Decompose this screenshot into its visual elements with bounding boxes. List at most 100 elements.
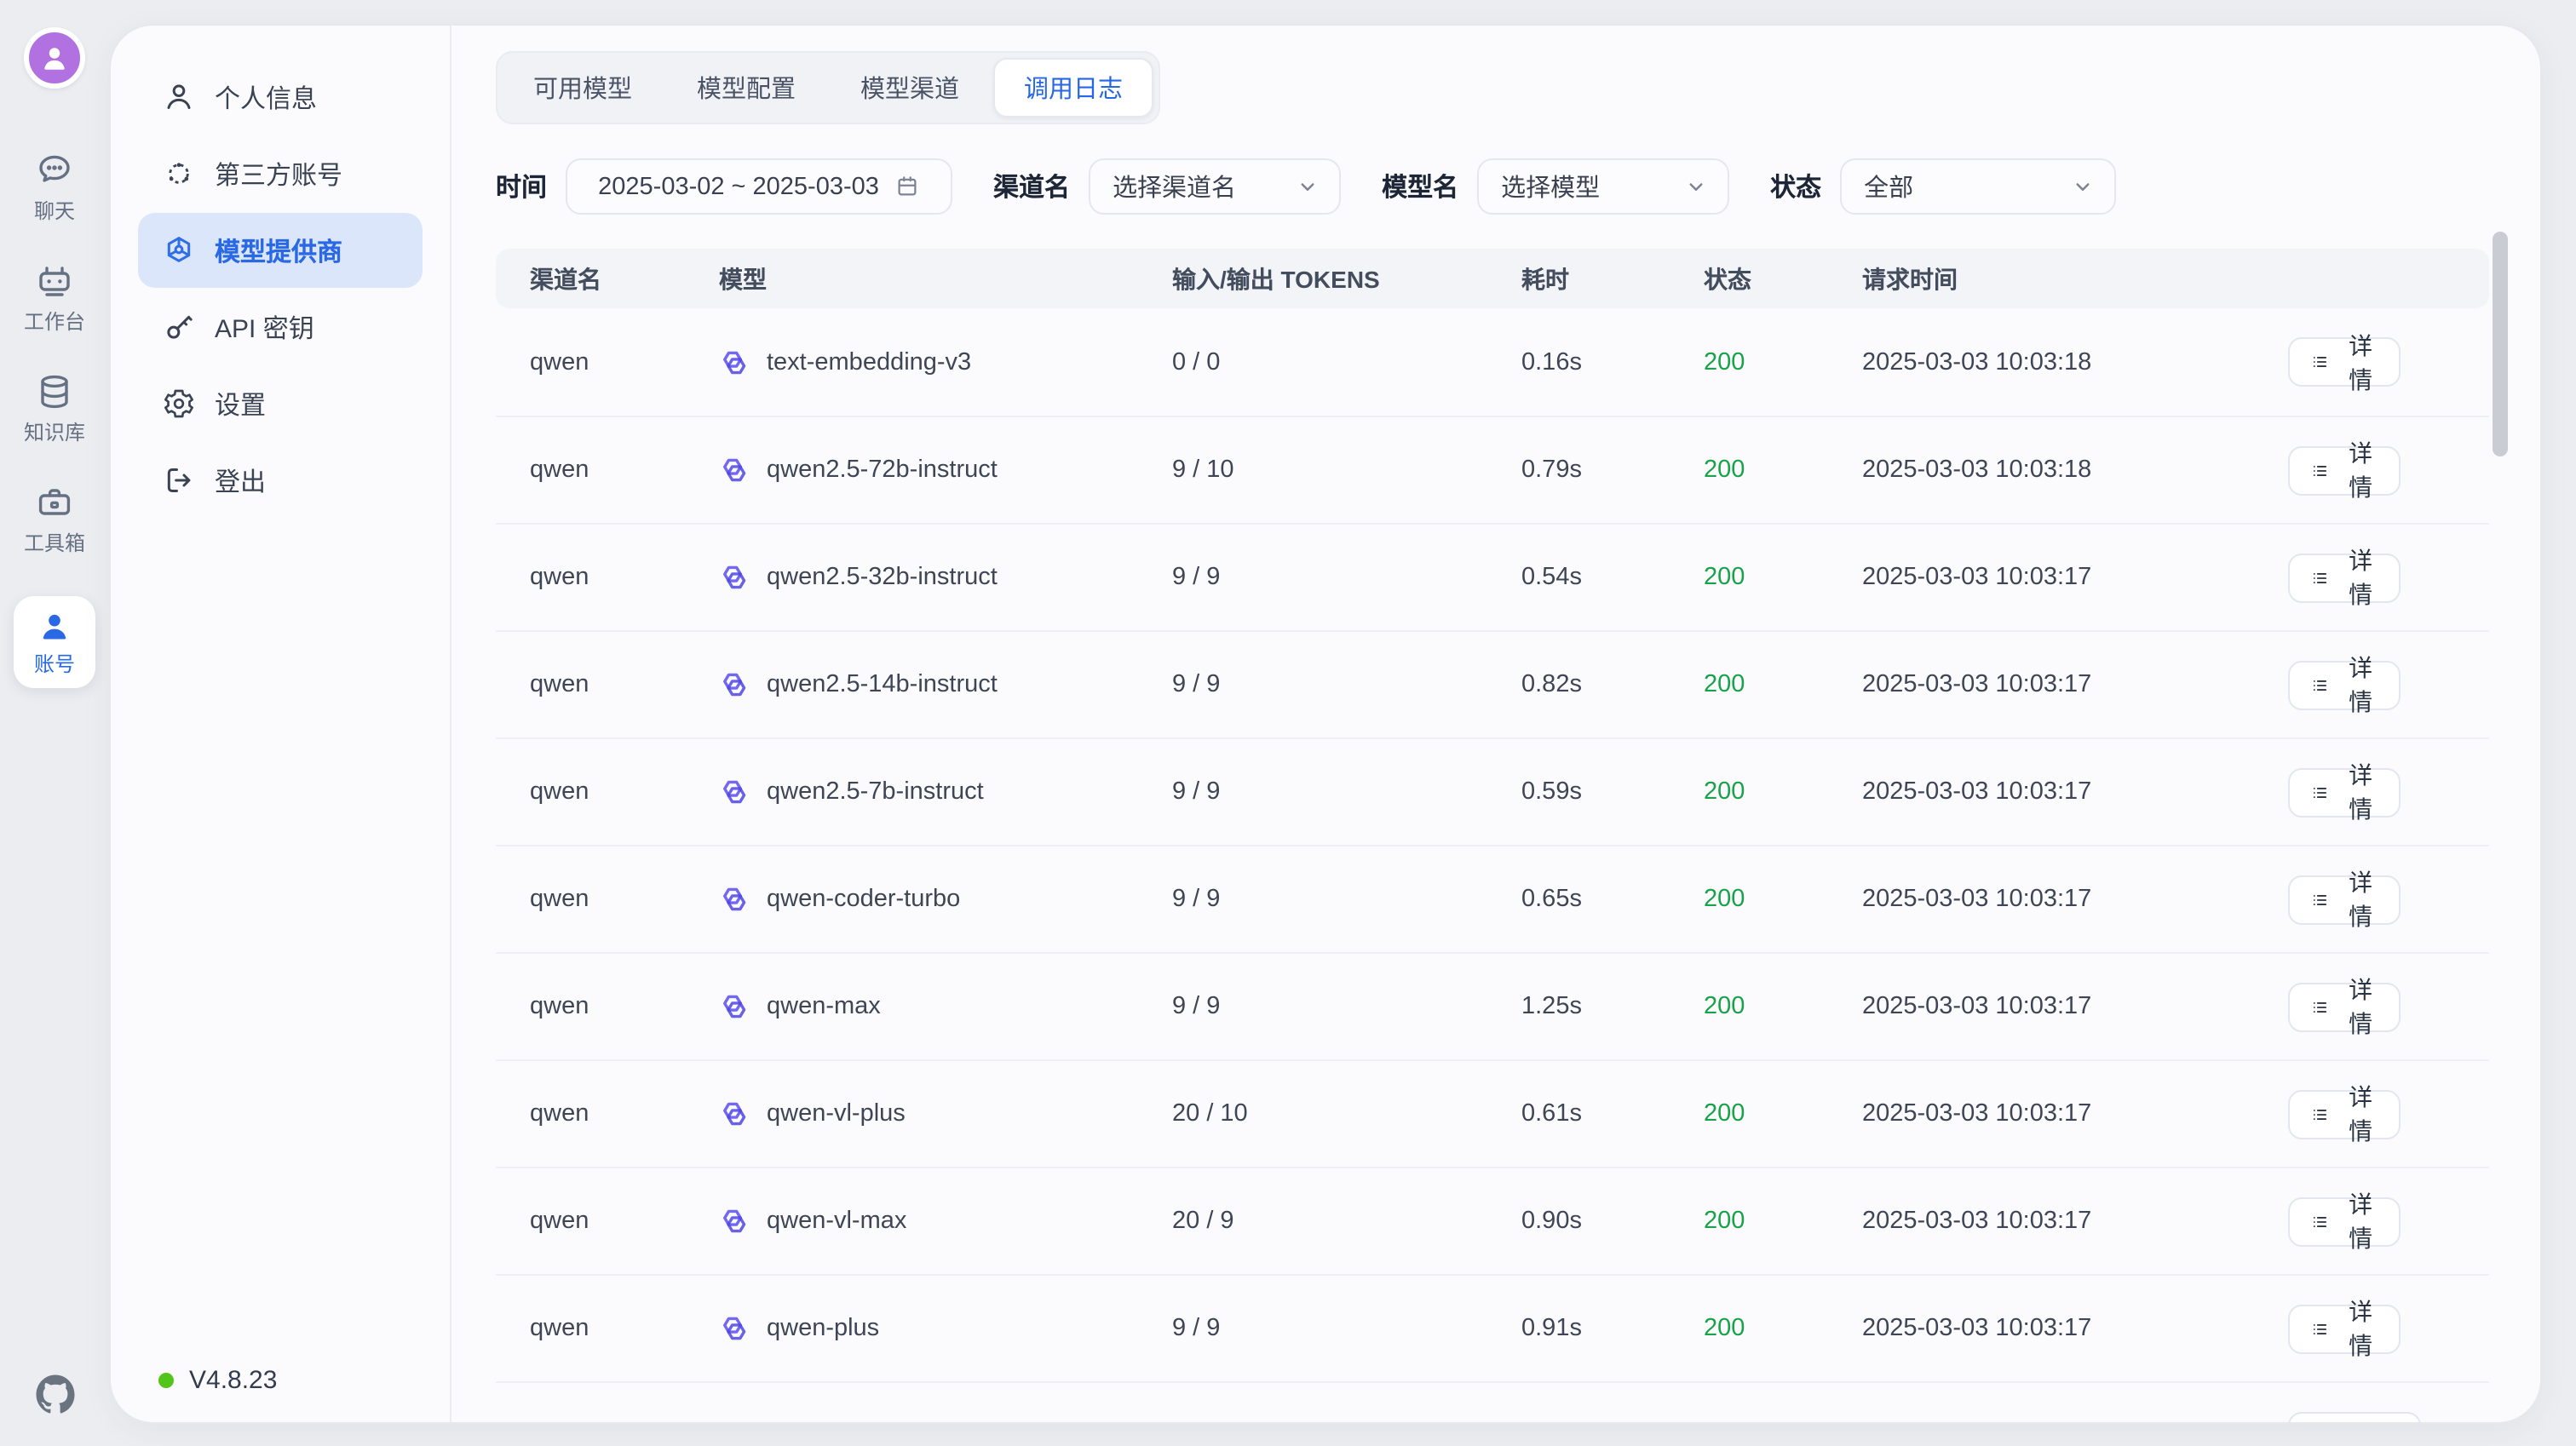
detail-label: 详情 <box>2343 328 2378 396</box>
qwen-model-icon <box>719 455 750 485</box>
sidebar-item-logout[interactable]: 登出 <box>138 443 423 518</box>
cell-status: 200 <box>1704 456 1862 484</box>
table-row: qwen qwen-vl-max 20 / 9 0.90s 200 2025-0… <box>496 1167 2489 1274</box>
cell-action: 详情 <box>2288 553 2489 602</box>
rail-item-account[interactable]: 账号 <box>14 596 95 688</box>
model-provider-icon <box>162 233 196 267</box>
table-row: qwen qwen2.5-72b-instruct 9 / 10 0.79s 2… <box>496 416 2489 523</box>
sidebar-item-settings[interactable]: 设置 <box>138 366 423 441</box>
status-select[interactable]: 全部 <box>1840 158 2116 215</box>
cell-time: 2025-03-03 10:03:17 <box>1862 671 2288 698</box>
cell-duration: 0.59s <box>1521 778 1704 806</box>
model-name: qwen-coder-turbo <box>767 886 960 913</box>
avatar[interactable] <box>24 27 85 89</box>
cell-status: 200 <box>1704 1208 1862 1235</box>
qwen-model-icon <box>719 669 750 700</box>
sidebar-item-third-party[interactable]: 第三方账号 <box>138 136 423 211</box>
robot-workbench-icon <box>34 261 75 301</box>
detail-button[interactable]: 详情 <box>2288 445 2401 495</box>
main-card: 个人信息 第三方账号 模型提供商 API 密钥 设置 登出 <box>109 24 2542 1424</box>
cell-status: 200 <box>1704 778 1862 806</box>
cell-time: 2025-03-03 10:03:18 <box>1862 456 2288 484</box>
cell-action: 详情 <box>2288 767 2489 817</box>
github-icon[interactable] <box>32 1371 78 1426</box>
rail-item-toolbox[interactable]: 工具箱 <box>24 482 85 557</box>
sidebar-item-api-key[interactable]: API 密钥 <box>138 290 423 364</box>
sidebar-item-profile[interactable]: 个人信息 <box>138 60 423 135</box>
rail-item-chat[interactable]: 聊天 <box>34 150 75 225</box>
col-header-tokens: 输入/输出 TOKENS <box>1172 261 1521 296</box>
detail-button[interactable]: 详情 <box>2288 1304 2401 1353</box>
vertical-scrollbar-thumb[interactable] <box>2493 232 2508 456</box>
model-name: qwen-max <box>767 993 881 1020</box>
tab-bar: 可用模型 模型配置 模型渠道 调用日志 <box>496 51 1160 124</box>
account-person-icon <box>36 608 73 646</box>
detail-button[interactable] <box>2288 1412 2421 1424</box>
model-name: qwen2.5-72b-instruct <box>767 456 998 484</box>
detail-button[interactable]: 详情 <box>2288 660 2401 709</box>
rail-item-label: 账号 <box>34 649 75 678</box>
cell-model: qwen2.5-32b-instruct <box>719 562 1172 593</box>
cell-tokens: 9 / 9 <box>1172 671 1521 698</box>
model-select[interactable]: 选择模型 <box>1477 158 1729 215</box>
table-header: 渠道名 模型 输入/输出 TOKENS 耗时 状态 请求时间 <box>496 249 2489 308</box>
table-row: qwen qwen-plus 9 / 9 0.91s 200 2025-03-0… <box>496 1274 2489 1381</box>
cell-model: qwen-plus <box>719 1313 1172 1344</box>
cell-channel: qwen <box>530 456 719 484</box>
tab-available-models[interactable]: 可用模型 <box>503 58 663 118</box>
detail-label: 详情 <box>2343 1080 2378 1148</box>
tab-call-logs[interactable]: 调用日志 <box>993 58 1153 118</box>
logout-icon <box>162 463 196 497</box>
key-icon <box>162 310 196 344</box>
cell-time: 2025-03-03 10:03:17 <box>1862 1100 2288 1128</box>
status-filter-label: 状态 <box>1770 169 1821 204</box>
detail-label: 详情 <box>2343 758 2378 826</box>
tab-model-channels[interactable]: 模型渠道 <box>830 58 990 118</box>
detail-button[interactable]: 详情 <box>2288 1196 2401 1246</box>
cell-duration: 1.25s <box>1521 993 1704 1020</box>
cell-action: 详情 <box>2288 660 2489 709</box>
detail-button[interactable]: 详情 <box>2288 553 2401 602</box>
col-header-model: 模型 <box>719 261 1172 296</box>
qwen-model-icon <box>719 884 750 915</box>
table-row: qwen qwen-vl-plus 20 / 10 0.61s 200 2025… <box>496 1059 2489 1167</box>
gear-icon <box>162 387 196 421</box>
date-range-input[interactable]: 2025-03-02 ~ 2025-03-03 <box>566 158 952 215</box>
detail-button[interactable]: 详情 <box>2288 767 2401 817</box>
sidebar-item-model-provider[interactable]: 模型提供商 <box>138 213 423 288</box>
cell-model: text-embedding-v3 <box>719 347 1172 377</box>
cell-tokens: 9 / 9 <box>1172 1315 1521 1342</box>
list-detail-icon <box>2310 349 2329 375</box>
table-row: qwen text-embedding-v3 0 / 0 0.16s 200 2… <box>496 308 2489 416</box>
list-detail-icon <box>2310 887 2329 912</box>
cell-channel: qwen <box>530 778 719 806</box>
online-status-dot <box>158 1373 174 1388</box>
cell-duration: 0.54s <box>1521 564 1704 591</box>
cell-status: 200 <box>1704 671 1862 698</box>
detail-label: 详情 <box>2343 973 2378 1041</box>
rail-item-knowledge[interactable]: 知识库 <box>24 371 85 446</box>
qwen-model-icon <box>719 347 750 377</box>
channel-select[interactable]: 选择渠道名 <box>1089 158 1341 215</box>
detail-button[interactable]: 详情 <box>2288 337 2401 387</box>
cell-action: 详情 <box>2288 1304 2489 1353</box>
detail-label: 详情 <box>2343 1294 2378 1363</box>
cell-time: 2025-03-03 10:03:17 <box>1862 778 2288 806</box>
list-detail-icon <box>2310 565 2329 590</box>
filter-row: 时间 2025-03-02 ~ 2025-03-03 渠道名 选择渠道名 模型名 <box>496 158 2540 215</box>
third-party-network-icon <box>162 157 196 191</box>
model-name: qwen-vl-plus <box>767 1100 906 1128</box>
chevron-down-icon <box>1683 174 1709 199</box>
model-name: qwen-vl-max <box>767 1208 906 1235</box>
detail-button[interactable]: 详情 <box>2288 1089 2401 1139</box>
rail-item-workbench[interactable]: 工作台 <box>24 261 85 336</box>
tab-model-config[interactable]: 模型配置 <box>666 58 826 118</box>
cell-action: 详情 <box>2288 875 2489 924</box>
detail-label: 详情 <box>2343 543 2378 611</box>
cell-channel: qwen <box>530 348 719 376</box>
detail-button[interactable]: 详情 <box>2288 875 2401 924</box>
detail-button[interactable]: 详情 <box>2288 982 2401 1031</box>
cell-time: 2025-03-03 10:03:17 <box>1862 886 2288 913</box>
cell-channel: qwen <box>530 1315 719 1342</box>
qwen-model-icon <box>719 1206 750 1237</box>
